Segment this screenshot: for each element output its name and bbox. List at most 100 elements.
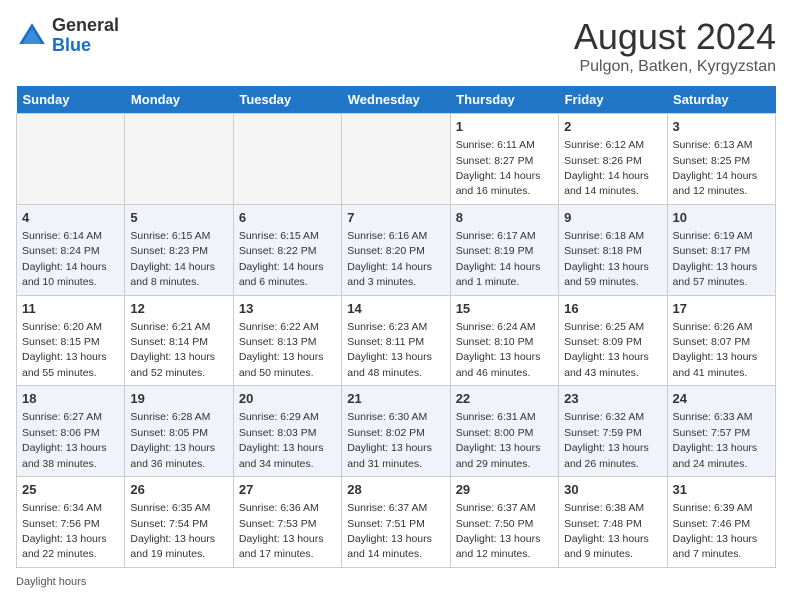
day-info: Sunrise: 6:37 AM Sunset: 7:50 PM Dayligh… [456, 502, 541, 560]
day-info: Sunrise: 6:11 AM Sunset: 8:27 PM Dayligh… [456, 139, 541, 197]
calendar-day-cell: 3 Sunrise: 6:13 AM Sunset: 8:25 PM Daylig… [667, 114, 775, 205]
calendar-day-cell: 29 Sunrise: 6:37 AM Sunset: 7:50 PM Dayli… [450, 477, 558, 568]
calendar-day-cell: 9Sunrise: 6:18 AM Sunset: 8:18 PM Daylig… [559, 204, 667, 295]
logo-icon [16, 20, 48, 52]
day-info: Sunrise: 6:36 AM Sunset: 7:53 PM Dayligh… [239, 502, 324, 560]
day-number: 15 [456, 300, 553, 318]
day-info: Sunrise: 6:34 AM Sunset: 7:56 PM Dayligh… [22, 502, 107, 560]
day-info: Sunrise: 6:19 AM Sunset: 8:17 PM Dayligh… [673, 230, 758, 288]
day-number: 3 [673, 118, 770, 136]
day-number: 20 [239, 390, 336, 408]
calendar-day-cell: 17Sunrise: 6:26 AM Sunset: 8:07 PM Dayli… [667, 295, 775, 386]
day-number: 21 [347, 390, 444, 408]
calendar-day-cell: 18Sunrise: 6:27 AM Sunset: 8:06 PM Dayli… [17, 386, 125, 477]
day-number: 27 [239, 481, 336, 499]
logo-text: General Blue [52, 16, 119, 56]
day-number: 8 [456, 209, 553, 227]
day-number: 7 [347, 209, 444, 227]
calendar-table: SundayMondayTuesdayWednesdayThursdayFrid… [16, 86, 776, 568]
day-number: 10 [673, 209, 770, 227]
day-number: 18 [22, 390, 119, 408]
calendar-week-row: 25Sunrise: 6:34 AM Sunset: 7:56 PM Dayli… [17, 477, 776, 568]
day-number: 22 [456, 390, 553, 408]
day-info: Sunrise: 6:15 AM Sunset: 8:23 PM Dayligh… [130, 230, 215, 288]
calendar-week-row: 4Sunrise: 6:14 AM Sunset: 8:24 PM Daylig… [17, 204, 776, 295]
footer: Daylight hours [16, 576, 776, 588]
day-number: 12 [130, 300, 227, 318]
title-block: August 2024 Pulgon, Batken, Kyrgyzstan [574, 16, 776, 76]
day-number: 14 [347, 300, 444, 318]
calendar-day-cell: 26 Sunrise: 6:35 AM Sunset: 7:54 PM Dayli… [125, 477, 233, 568]
calendar-day-cell: 20 Sunrise: 6:29 AM Sunset: 8:03 PM Dayli… [233, 386, 341, 477]
day-number: 16 [564, 300, 661, 318]
day-number: 9 [564, 209, 661, 227]
day-info: Sunrise: 6:30 AM Sunset: 8:02 PM Dayligh… [347, 411, 432, 469]
calendar-day-cell: 6Sunrise: 6:15 AM Sunset: 8:22 PM Daylig… [233, 204, 341, 295]
calendar-day-cell: 10 Sunrise: 6:19 AM Sunset: 8:17 PM Dayli… [667, 204, 775, 295]
day-number: 19 [130, 390, 227, 408]
day-number: 5 [130, 209, 227, 227]
calendar-day-cell: 21 Sunrise: 6:30 AM Sunset: 8:02 PM Dayli… [342, 386, 450, 477]
weekday-header-cell: Sunday [17, 86, 125, 114]
calendar-day-cell: 4Sunrise: 6:14 AM Sunset: 8:24 PM Daylig… [17, 204, 125, 295]
weekday-header-cell: Saturday [667, 86, 775, 114]
weekday-header-row: SundayMondayTuesdayWednesdayThursdayFrid… [17, 86, 776, 114]
day-number: 31 [673, 481, 770, 499]
logo: General Blue [16, 16, 119, 56]
day-info: Sunrise: 6:24 AM Sunset: 8:10 PM Dayligh… [456, 321, 541, 379]
day-info: Sunrise: 6:21 AM Sunset: 8:14 PM Dayligh… [130, 321, 215, 379]
day-info: Sunrise: 6:14 AM Sunset: 8:24 PM Dayligh… [22, 230, 107, 288]
calendar-day-cell: 2Sunrise: 6:12 AM Sunset: 8:26 PM Daylig… [559, 114, 667, 205]
day-info: Sunrise: 6:17 AM Sunset: 8:19 PM Dayligh… [456, 230, 541, 288]
day-number: 30 [564, 481, 661, 499]
calendar-day-cell: 14Sunrise: 6:23 AM Sunset: 8:11 PM Dayli… [342, 295, 450, 386]
day-number: 11 [22, 300, 119, 318]
day-number: 6 [239, 209, 336, 227]
calendar-day-cell [233, 114, 341, 205]
calendar-week-row: 11 Sunrise: 6:20 AM Sunset: 8:15 PM Dayli… [17, 295, 776, 386]
calendar-day-cell: 24Sunrise: 6:33 AM Sunset: 7:57 PM Dayli… [667, 386, 775, 477]
day-number: 26 [130, 481, 227, 499]
calendar-day-cell [125, 114, 233, 205]
day-info: Sunrise: 6:29 AM Sunset: 8:03 PM Dayligh… [239, 411, 324, 469]
day-info: Sunrise: 6:16 AM Sunset: 8:20 PM Dayligh… [347, 230, 432, 288]
calendar-day-cell: 31 Sunrise: 6:39 AM Sunset: 7:46 PM Dayli… [667, 477, 775, 568]
calendar-day-cell: 19Sunrise: 6:28 AM Sunset: 8:05 PM Dayli… [125, 386, 233, 477]
day-number: 24 [673, 390, 770, 408]
calendar-day-cell: 27 Sunrise: 6:36 AM Sunset: 7:53 PM Dayli… [233, 477, 341, 568]
page-header: General Blue August 2024 Pulgon, Batken,… [16, 16, 776, 76]
weekday-header-cell: Thursday [450, 86, 558, 114]
day-number: 1 [456, 118, 553, 136]
calendar-day-cell [17, 114, 125, 205]
calendar-day-cell: 7 Sunrise: 6:16 AM Sunset: 8:20 PM Daylig… [342, 204, 450, 295]
calendar-week-row: 1 Sunrise: 6:11 AM Sunset: 8:27 PM Daylig… [17, 114, 776, 205]
day-number: 13 [239, 300, 336, 318]
calendar-day-cell: 30 Sunrise: 6:38 AM Sunset: 7:48 PM Dayli… [559, 477, 667, 568]
calendar-day-cell: 15 Sunrise: 6:24 AM Sunset: 8:10 PM Dayli… [450, 295, 558, 386]
calendar-day-cell: 12 Sunrise: 6:21 AM Sunset: 8:14 PM Dayli… [125, 295, 233, 386]
calendar-day-cell [342, 114, 450, 205]
calendar-day-cell: 8 Sunrise: 6:17 AM Sunset: 8:19 PM Daylig… [450, 204, 558, 295]
day-info: Sunrise: 6:38 AM Sunset: 7:48 PM Dayligh… [564, 502, 649, 560]
weekday-header-cell: Friday [559, 86, 667, 114]
day-info: Sunrise: 6:12 AM Sunset: 8:26 PM Dayligh… [564, 139, 649, 197]
calendar-day-cell: 22Sunrise: 6:31 AM Sunset: 8:00 PM Dayli… [450, 386, 558, 477]
weekday-header-cell: Tuesday [233, 86, 341, 114]
calendar-day-cell: 28 Sunrise: 6:37 AM Sunset: 7:51 PM Dayli… [342, 477, 450, 568]
calendar-day-cell: 1 Sunrise: 6:11 AM Sunset: 8:27 PM Daylig… [450, 114, 558, 205]
day-number: 28 [347, 481, 444, 499]
day-info: Sunrise: 6:37 AM Sunset: 7:51 PM Dayligh… [347, 502, 432, 560]
day-info: Sunrise: 6:32 AM Sunset: 7:59 PM Dayligh… [564, 411, 649, 469]
calendar-day-cell: 13 Sunrise: 6:22 AM Sunset: 8:13 PM Dayli… [233, 295, 341, 386]
calendar-day-cell: 16Sunrise: 6:25 AM Sunset: 8:09 PM Dayli… [559, 295, 667, 386]
day-info: Sunrise: 6:39 AM Sunset: 7:46 PM Dayligh… [673, 502, 758, 560]
day-info: Sunrise: 6:26 AM Sunset: 8:07 PM Dayligh… [673, 321, 758, 379]
calendar-day-cell: 25Sunrise: 6:34 AM Sunset: 7:56 PM Dayli… [17, 477, 125, 568]
day-info: Sunrise: 6:20 AM Sunset: 8:15 PM Dayligh… [22, 321, 107, 379]
day-number: 29 [456, 481, 553, 499]
day-info: Sunrise: 6:35 AM Sunset: 7:54 PM Dayligh… [130, 502, 215, 560]
day-info: Sunrise: 6:22 AM Sunset: 8:13 PM Dayligh… [239, 321, 324, 379]
calendar-day-cell: 23Sunrise: 6:32 AM Sunset: 7:59 PM Dayli… [559, 386, 667, 477]
day-info: Sunrise: 6:13 AM Sunset: 8:25 PM Dayligh… [673, 139, 758, 197]
daylight-label: Daylight hours [16, 576, 86, 588]
